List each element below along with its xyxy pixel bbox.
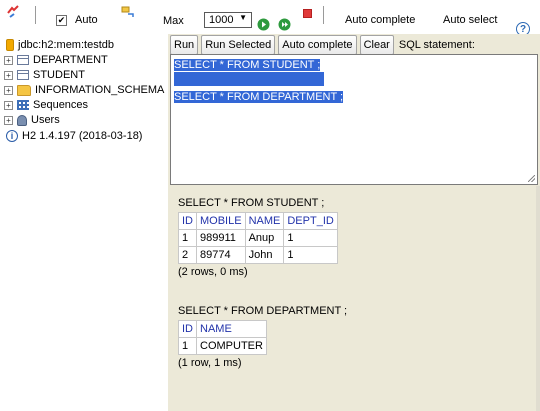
column-header[interactable]: MOBILE xyxy=(196,212,246,230)
table-cell: 1 xyxy=(178,229,197,247)
result-block: SELECT * FROM DEPARTMENT ; ID NAME 1 COM… xyxy=(178,304,347,369)
result-table: ID MOBILE NAME DEPT_ID 1 989911 Anup 1 2… xyxy=(178,212,338,264)
users-icon xyxy=(17,114,27,126)
table-cell: 1 xyxy=(283,246,338,264)
folder-icon xyxy=(17,84,31,96)
table-icon xyxy=(17,55,29,65)
expand-icon[interactable]: + xyxy=(4,55,13,65)
toolbar-separator xyxy=(323,6,324,24)
table-cell: 2 xyxy=(178,246,197,264)
table-cell: Anup xyxy=(244,229,285,247)
table-row: 1 COMPUTER xyxy=(178,337,267,355)
column-header[interactable]: NAME xyxy=(196,320,267,338)
database-icon xyxy=(6,39,14,51)
tree-item-sequences[interactable]: + Sequences xyxy=(4,98,88,112)
result-sql: SELECT * FROM STUDENT ; xyxy=(178,197,325,209)
table-cell: 1 xyxy=(283,229,338,247)
toolbar-separator xyxy=(35,6,36,24)
editor-line: SELECT * FROM DEPARTMENT ; xyxy=(174,91,344,103)
auto-commit-checkbox[interactable]: ✔ xyxy=(56,14,67,26)
table-header-row: ID MOBILE NAME DEPT_ID xyxy=(178,212,338,230)
sql-editor[interactable]: SELECT * FROM STUDENT ; SELECT * FROM DE… xyxy=(170,54,538,185)
column-header[interactable]: NAME xyxy=(244,212,285,230)
expand-icon[interactable]: + xyxy=(4,115,13,125)
table-cell: COMPUTER xyxy=(196,337,267,355)
table-cell: 989911 xyxy=(196,229,246,247)
auto-commit-toggle[interactable]: ✔ Auto xyxy=(56,14,98,26)
editor-line xyxy=(174,72,324,86)
tree-connection[interactable]: jdbc:h2:mem:testdb xyxy=(6,38,114,52)
sql-statement-label: SQL statement: xyxy=(398,39,475,51)
toolbar: ✔ Auto Max 1000 ▼ Auto complete Auto sel… xyxy=(0,0,540,36)
run-selected-icon[interactable] xyxy=(278,18,291,31)
tree-item-department[interactable]: + DEPARTMENT xyxy=(4,53,108,67)
tree-item-student[interactable]: + STUDENT xyxy=(4,68,85,82)
max-rows-label: Max xyxy=(163,15,184,27)
run-selected-button[interactable]: Run Selected xyxy=(201,35,276,55)
tree-item-label: STUDENT xyxy=(33,69,85,81)
resize-handle[interactable] xyxy=(528,175,535,182)
max-rows-value: 1000 xyxy=(209,14,234,26)
editor-line: SELECT * FROM STUDENT ; xyxy=(174,59,321,71)
tree-version: i H2 1.4.197 (2018-03-18) xyxy=(6,129,142,143)
max-rows-select[interactable]: 1000 ▼ xyxy=(204,12,252,28)
table-row: 2 89774 John 1 xyxy=(178,246,338,264)
query-panel: Run Run Selected Auto complete Clear SQL… xyxy=(168,34,540,186)
tree-item-label: Sequences xyxy=(33,99,89,111)
tree-item-label: INFORMATION_SCHEMA xyxy=(35,84,165,96)
table-cell: 1 xyxy=(178,337,197,355)
tree-item-information-schema[interactable]: + INFORMATION_SCHEMA xyxy=(4,83,164,97)
column-header[interactable]: ID xyxy=(178,212,197,230)
tree-item-label: Users xyxy=(31,114,60,126)
table-header-row: ID NAME xyxy=(178,320,267,338)
refresh-icon[interactable] xyxy=(5,4,21,20)
table-icon xyxy=(17,70,29,80)
run-button[interactable]: Run xyxy=(170,35,199,55)
sequences-icon xyxy=(17,100,29,110)
auto-commit-label: Auto xyxy=(75,14,98,26)
run-icon[interactable] xyxy=(257,18,270,31)
auto-complete-label: Auto complete xyxy=(345,14,416,26)
result-block: SELECT * FROM STUDENT ; ID MOBILE NAME D… xyxy=(178,196,338,278)
column-header[interactable]: ID xyxy=(178,320,197,338)
scrollbar[interactable] xyxy=(536,186,540,411)
row-count: (2 rows, 0 ms) xyxy=(178,266,248,278)
stop-icon[interactable] xyxy=(303,9,312,18)
result-table: ID NAME 1 COMPUTER xyxy=(178,320,267,355)
table-cell: 89774 xyxy=(196,246,246,264)
rollback-icon[interactable] xyxy=(121,6,135,18)
table-row: 1 989911 Anup 1 xyxy=(178,229,338,247)
chevron-down-icon: ▼ xyxy=(239,13,247,22)
schema-tree: jdbc:h2:mem:testdb + DEPARTMENT + STUDEN… xyxy=(0,34,168,411)
auto-complete-toggle[interactable]: Auto complete xyxy=(345,14,415,26)
table-cell: John xyxy=(244,246,285,264)
auto-complete-button[interactable]: Auto complete xyxy=(278,35,357,55)
clear-button[interactable]: Clear xyxy=(359,35,394,55)
info-icon: i xyxy=(6,130,18,142)
query-button-row: Run Run Selected Auto complete Clear SQL… xyxy=(170,35,475,55)
results-panel: SELECT * FROM STUDENT ; ID MOBILE NAME D… xyxy=(168,186,540,411)
column-header[interactable]: DEPT_ID xyxy=(283,212,338,230)
expand-icon[interactable]: + xyxy=(4,70,13,80)
connection-label: jdbc:h2:mem:testdb xyxy=(18,39,114,51)
auto-select-label: Auto select xyxy=(443,14,498,26)
auto-select-toggle[interactable]: Auto select xyxy=(443,14,497,26)
expand-icon[interactable]: + xyxy=(4,85,13,95)
expand-icon[interactable]: + xyxy=(4,100,13,110)
row-count: (1 row, 1 ms) xyxy=(178,357,242,369)
version-label: H2 1.4.197 (2018-03-18) xyxy=(22,130,143,142)
tree-item-users[interactable]: + Users xyxy=(4,113,60,127)
result-sql: SELECT * FROM DEPARTMENT ; xyxy=(178,305,348,317)
tree-item-label: DEPARTMENT xyxy=(33,54,108,66)
